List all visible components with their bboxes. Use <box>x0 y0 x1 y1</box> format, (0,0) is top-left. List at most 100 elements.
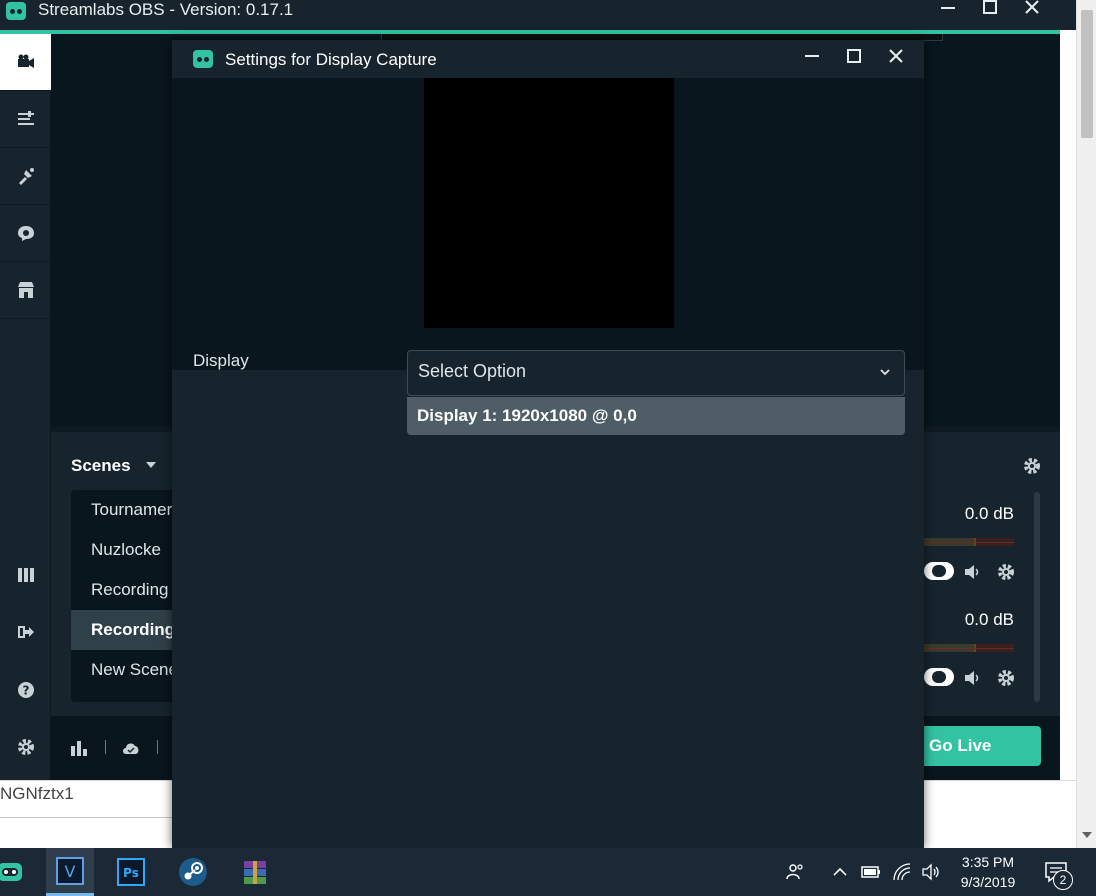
svg-text:?: ? <box>22 683 29 697</box>
notification-count-badge: 2 <box>1053 870 1073 890</box>
nav-settings[interactable] <box>0 718 51 775</box>
window-titlebar: Streamlabs OBS - Version: 0.17.1 <box>0 0 1076 30</box>
taskbar-app-v[interactable]: V <box>46 848 94 896</box>
close-button[interactable] <box>1012 0 1052 20</box>
taskbar-app-photoshop[interactable]: Ps <box>107 848 155 896</box>
dialog-close-button[interactable] <box>876 46 916 70</box>
v-editor-icon: V <box>56 856 84 885</box>
taskbar-app-steam[interactable] <box>169 848 217 896</box>
system-clock[interactable]: 3:35 PM 9/3/2019 <box>950 852 1026 892</box>
display-capture-settings-dialog: Settings for Display Capture Display Sel… <box>172 40 924 848</box>
settings-icon <box>17 738 34 755</box>
battery-icon[interactable] <box>861 862 881 882</box>
dialog-minimize-button[interactable] <box>792 46 832 70</box>
scenes-title: Scenes <box>71 456 131 475</box>
studio-mode-icon <box>17 567 34 582</box>
scene-item[interactable]: Nuzlocke <box>71 530 181 570</box>
theme-icon <box>18 168 34 185</box>
streamlabs-logo-icon <box>193 50 213 68</box>
select-option-label: Display 1: 1920x1080 @ 0,0 <box>417 406 637 425</box>
scenes-dropdown-caret-icon[interactable] <box>146 462 156 468</box>
chevron-down-icon <box>880 369 890 376</box>
scene-item[interactable]: New Scene <box>71 650 181 690</box>
dialog-maximize-button[interactable] <box>834 46 874 70</box>
dialog-title: Settings for Display Capture <box>225 50 437 69</box>
close-icon <box>1025 0 1039 14</box>
store-icon <box>17 282 34 298</box>
maximize-icon <box>983 0 997 14</box>
chat-icon <box>17 226 34 241</box>
select-option[interactable]: Display 1: 1920x1080 @ 0,0 <box>407 397 905 435</box>
display-label: Display <box>193 351 249 370</box>
display-select[interactable]: Select Option <box>407 350 905 396</box>
gear-icon[interactable] <box>996 562 1016 582</box>
mixer-level: 0.0 dB <box>964 504 1014 523</box>
camera-icon <box>17 54 34 68</box>
footer-separator <box>105 740 106 754</box>
nav-store[interactable] <box>0 262 51 319</box>
steam-icon <box>179 858 207 886</box>
svg-text:V: V <box>65 862 76 881</box>
mixer-volume-slider[interactable] <box>924 562 954 580</box>
scene-item[interactable]: Recording <box>71 570 181 610</box>
left-nav: ? <box>0 34 51 780</box>
minimize-button[interactable] <box>928 0 968 20</box>
performance-icon[interactable] <box>69 738 89 758</box>
background-text: NGNfztx1 <box>0 784 74 803</box>
mixer-scrollbar[interactable] <box>1034 492 1040 702</box>
volume-meter <box>924 644 1014 652</box>
select-placeholder: Select Option <box>418 361 527 381</box>
scroll-down-arrow-icon[interactable] <box>1082 832 1092 838</box>
scrollbar-thumb[interactable] <box>1081 10 1093 138</box>
nav-dashboard[interactable] <box>0 91 51 148</box>
streamlabs-logo-icon <box>6 2 26 20</box>
scene-item-selected[interactable]: Recording <box>71 610 181 650</box>
svg-text:Ps: Ps <box>123 866 139 880</box>
minimize-icon <box>941 7 955 9</box>
speaker-icon[interactable] <box>962 668 982 688</box>
winrar-icon <box>244 861 266 884</box>
scene-item[interactable]: Tournamer <box>71 490 181 530</box>
divider <box>0 817 172 818</box>
windows-taskbar: V Ps 3:35 PM 9/3/2019 2 <box>0 848 1096 896</box>
dialog-titlebar: Settings for Display Capture <box>172 40 924 78</box>
close-icon <box>889 49 903 63</box>
clock-date: 9/3/2019 <box>960 874 1016 890</box>
people-icon[interactable] <box>785 862 805 882</box>
sliders-icon <box>17 111 34 125</box>
nav-editor[interactable] <box>0 34 51 91</box>
audio-mixer: 0.0 dB 0.0 dB <box>924 490 1034 702</box>
mixer-volume-slider[interactable] <box>924 668 954 686</box>
nav-logout[interactable] <box>0 603 51 660</box>
cloud-check-icon[interactable] <box>121 738 141 758</box>
maximize-icon <box>847 49 861 63</box>
go-live-button[interactable]: Go Live <box>909 726 1041 766</box>
source-preview <box>172 78 924 370</box>
footer-separator <box>157 740 158 754</box>
scene-list: Tournamer Nuzlocke Recording Recording N… <box>71 490 181 702</box>
nav-help[interactable]: ? <box>0 661 51 718</box>
chevron-up-icon[interactable] <box>830 862 850 882</box>
minimize-icon <box>805 55 819 57</box>
gear-icon[interactable] <box>996 668 1016 688</box>
streamlabs-icon <box>0 863 22 881</box>
nav-themes[interactable] <box>0 148 51 205</box>
speaker-icon[interactable] <box>962 562 982 582</box>
mixer-level: 0.0 dB <box>964 610 1014 629</box>
volume-icon[interactable] <box>921 862 941 882</box>
page-scrollbar[interactable] <box>1076 0 1096 848</box>
taskbar-app-streamlabs[interactable] <box>0 848 34 896</box>
nav-chatbot[interactable] <box>0 205 51 262</box>
display-preview-image <box>424 78 674 328</box>
taskbar-app-winrar[interactable] <box>231 848 279 896</box>
photoshop-icon: Ps <box>117 858 145 886</box>
logout-icon <box>17 625 34 638</box>
window-title: Streamlabs OBS - Version: 0.17.1 <box>38 0 294 19</box>
wifi-icon[interactable] <box>892 862 912 882</box>
nav-studio-mode[interactable] <box>0 546 51 603</box>
volume-meter <box>924 538 1014 546</box>
maximize-button[interactable] <box>970 0 1010 20</box>
help-icon: ? <box>17 681 34 698</box>
mixer-settings-gear-icon[interactable] <box>1022 456 1042 476</box>
clock-time: 3:35 PM <box>961 854 1015 870</box>
